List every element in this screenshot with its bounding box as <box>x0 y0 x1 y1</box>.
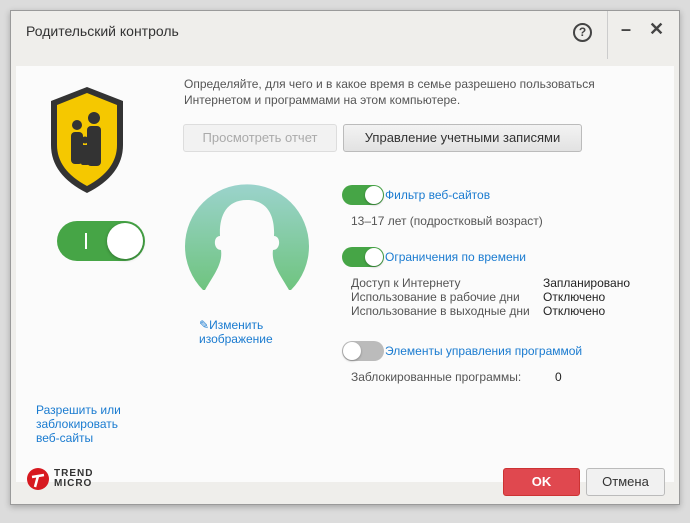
internet-access-label: Доступ к Интернету <box>351 276 461 290</box>
allow-block-websites-link[interactable]: Разрешить или заблокировать веб-сайты <box>36 403 136 445</box>
trend-micro-logo-text: TREND MICRO <box>54 468 94 489</box>
view-report-button[interactable]: Просмотреть отчет <box>183 124 337 152</box>
cancel-button[interactable]: Отмена <box>586 468 665 496</box>
time-limits-link[interactable]: Ограничения по времени <box>385 250 526 264</box>
ok-button[interactable]: OK <box>503 468 580 496</box>
blocked-programs-label: Заблокированные программы: <box>351 370 522 384</box>
pencil-icon: ✎ <box>199 318 210 332</box>
titlebar-divider <box>607 11 608 59</box>
weekend-usage-value: Отключено <box>543 304 606 318</box>
trend-micro-logo: TREND MICRO <box>26 467 98 491</box>
web-filter-toggle[interactable] <box>342 185 384 205</box>
close-button[interactable]: ✕ <box>649 19 664 40</box>
internet-access-value: Запланировано <box>543 276 630 290</box>
program-controls-toggle[interactable] <box>342 341 384 361</box>
help-icon[interactable]: ? <box>573 23 592 42</box>
time-limits-toggle[interactable] <box>342 247 384 267</box>
content-panel: Определяйте, для чего и в какое время в … <box>16 66 674 482</box>
weekday-usage-label: Использование в рабочие дни <box>351 290 520 304</box>
program-controls-link[interactable]: Элементы управления программой <box>385 344 582 358</box>
blocked-programs-count: 0 <box>555 370 562 384</box>
family-shield-icon <box>51 87 123 193</box>
manage-accounts-button[interactable]: Управление учетными записями <box>343 124 582 152</box>
web-filter-link[interactable]: Фильтр веб-сайтов <box>385 188 490 202</box>
trend-micro-logo-icon <box>27 468 49 490</box>
change-image-link[interactable]: ✎Изменить изображение <box>199 318 299 346</box>
weekday-usage-value: Отключено <box>543 290 606 304</box>
change-image-label: Изменить изображение <box>199 318 273 346</box>
web-filter-age: 13–17 лет (подростковый возраст) <box>351 214 543 228</box>
parental-control-window: Родительский контроль ? – ✕ Определяйте,… <box>10 10 680 505</box>
window-title: Родительский контроль <box>26 23 179 39</box>
description-text: Определяйте, для чего и в какое время в … <box>184 77 595 107</box>
minimize-button[interactable]: – <box>621 19 631 40</box>
user-avatar <box>185 184 309 290</box>
parental-control-master-toggle[interactable] <box>57 221 145 261</box>
weekend-usage-label: Использование в выходные дни <box>351 304 530 318</box>
